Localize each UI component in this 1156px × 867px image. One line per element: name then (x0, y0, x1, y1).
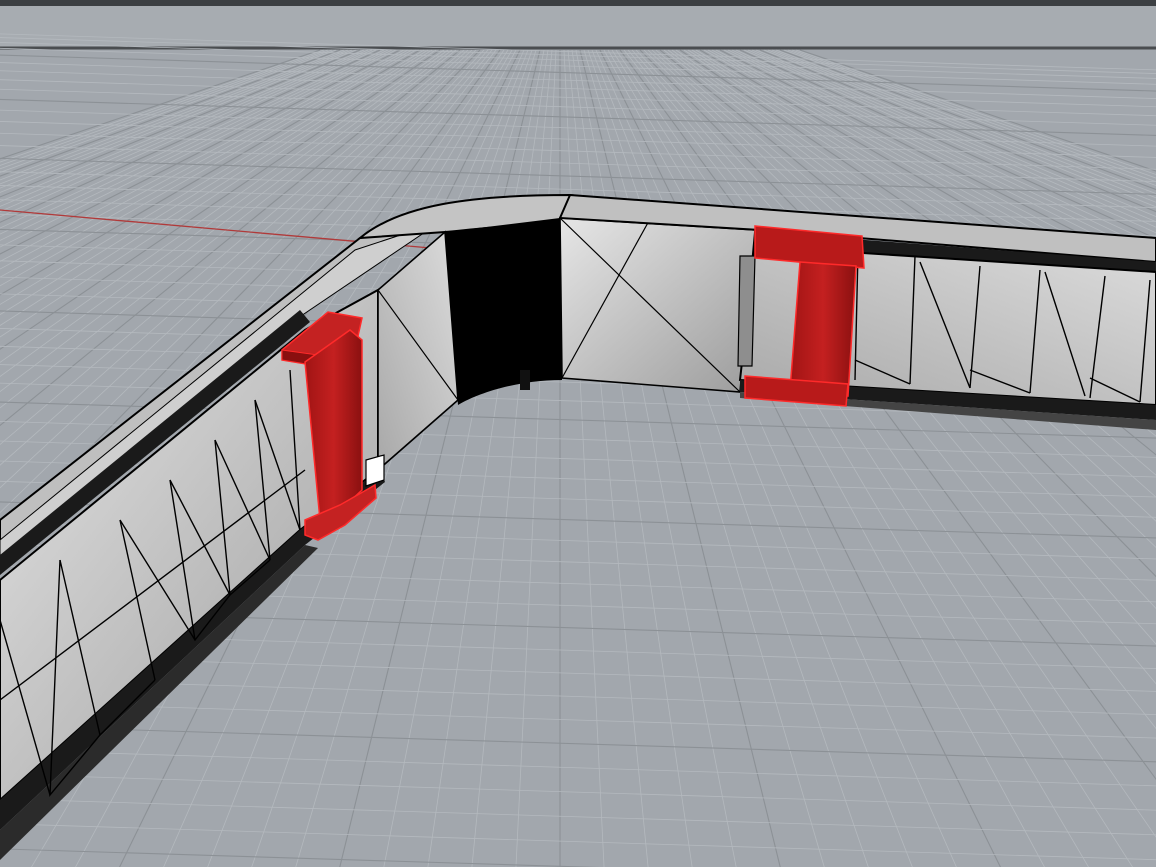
right-rail-window (737, 255, 756, 367)
viewport-scene[interactable] (0, 0, 1156, 867)
perspective-viewport[interactable] (0, 0, 1156, 867)
viewport-header-band (0, 6, 1156, 48)
left-rail-window (365, 454, 385, 487)
corner-curved-wall[interactable] (445, 218, 562, 405)
corner-right-face[interactable] (559, 217, 756, 393)
bracket-right-spine[interactable] (789, 261, 857, 397)
corner-post[interactable] (520, 370, 530, 390)
viewport-top-border (0, 0, 1156, 6)
